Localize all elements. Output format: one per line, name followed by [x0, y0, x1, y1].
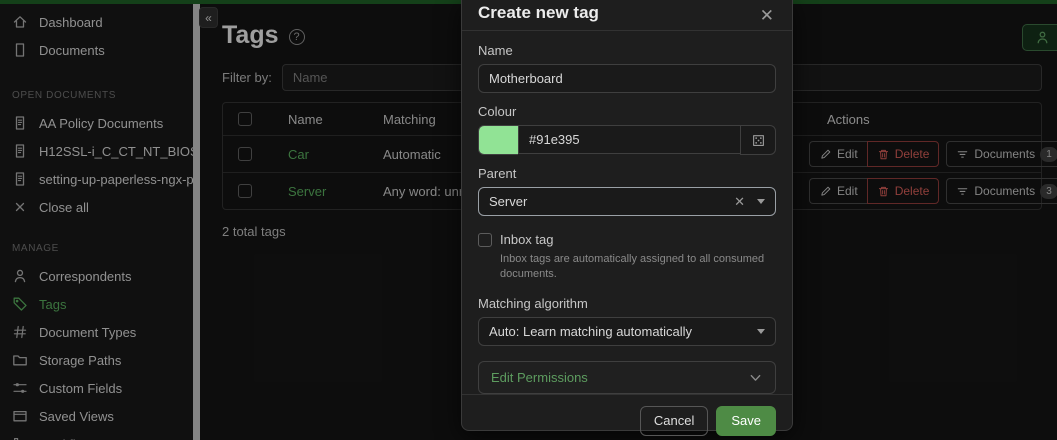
colour-label: Colour [478, 104, 776, 119]
modal-body: Name Colour Parent Server ✕ Inbox tag In… [462, 31, 792, 394]
matching-algorithm-select[interactable]: Auto: Learn matching automatically [478, 317, 776, 346]
clear-icon[interactable]: ✕ [734, 194, 745, 210]
parent-label: Parent [478, 166, 776, 181]
parent-select-value: Server [489, 194, 734, 209]
edit-permissions-accordion[interactable]: Edit Permissions [478, 361, 776, 394]
colour-swatch [478, 125, 518, 155]
chevron-down-icon [748, 370, 763, 385]
save-button[interactable]: Save [716, 406, 776, 436]
modal-footer: Cancel Save [462, 394, 792, 440]
colour-hex-input[interactable] [518, 125, 740, 154]
caret-down-icon[interactable] [757, 199, 765, 204]
matching-algorithm-value: Auto: Learn matching automatically [489, 324, 757, 339]
parent-select[interactable]: Server ✕ [478, 187, 776, 216]
edit-permissions-label: Edit Permissions [491, 370, 588, 385]
colour-input-group [478, 125, 776, 155]
inbox-tag-hint: Inbox tags are automatically assigned to… [500, 252, 776, 282]
cancel-button[interactable]: Cancel [640, 406, 708, 436]
inbox-tag-row: Inbox tag [478, 232, 776, 247]
create-tag-modal: Create new tag ✕ Name Colour Parent Serv… [461, 0, 793, 431]
dice-icon [751, 133, 766, 148]
tag-name-input[interactable] [478, 64, 776, 93]
matching-algorithm-label: Matching algorithm [478, 296, 776, 311]
inbox-tag-checkbox[interactable] [478, 233, 492, 247]
random-colour-button[interactable] [740, 125, 776, 155]
modal-title: Create new tag [478, 3, 599, 23]
modal-header: Create new tag ✕ [462, 0, 792, 31]
inbox-tag-label: Inbox tag [500, 232, 554, 247]
name-label: Name [478, 43, 776, 58]
close-icon[interactable]: ✕ [760, 3, 776, 24]
caret-down-icon[interactable] [757, 329, 765, 334]
